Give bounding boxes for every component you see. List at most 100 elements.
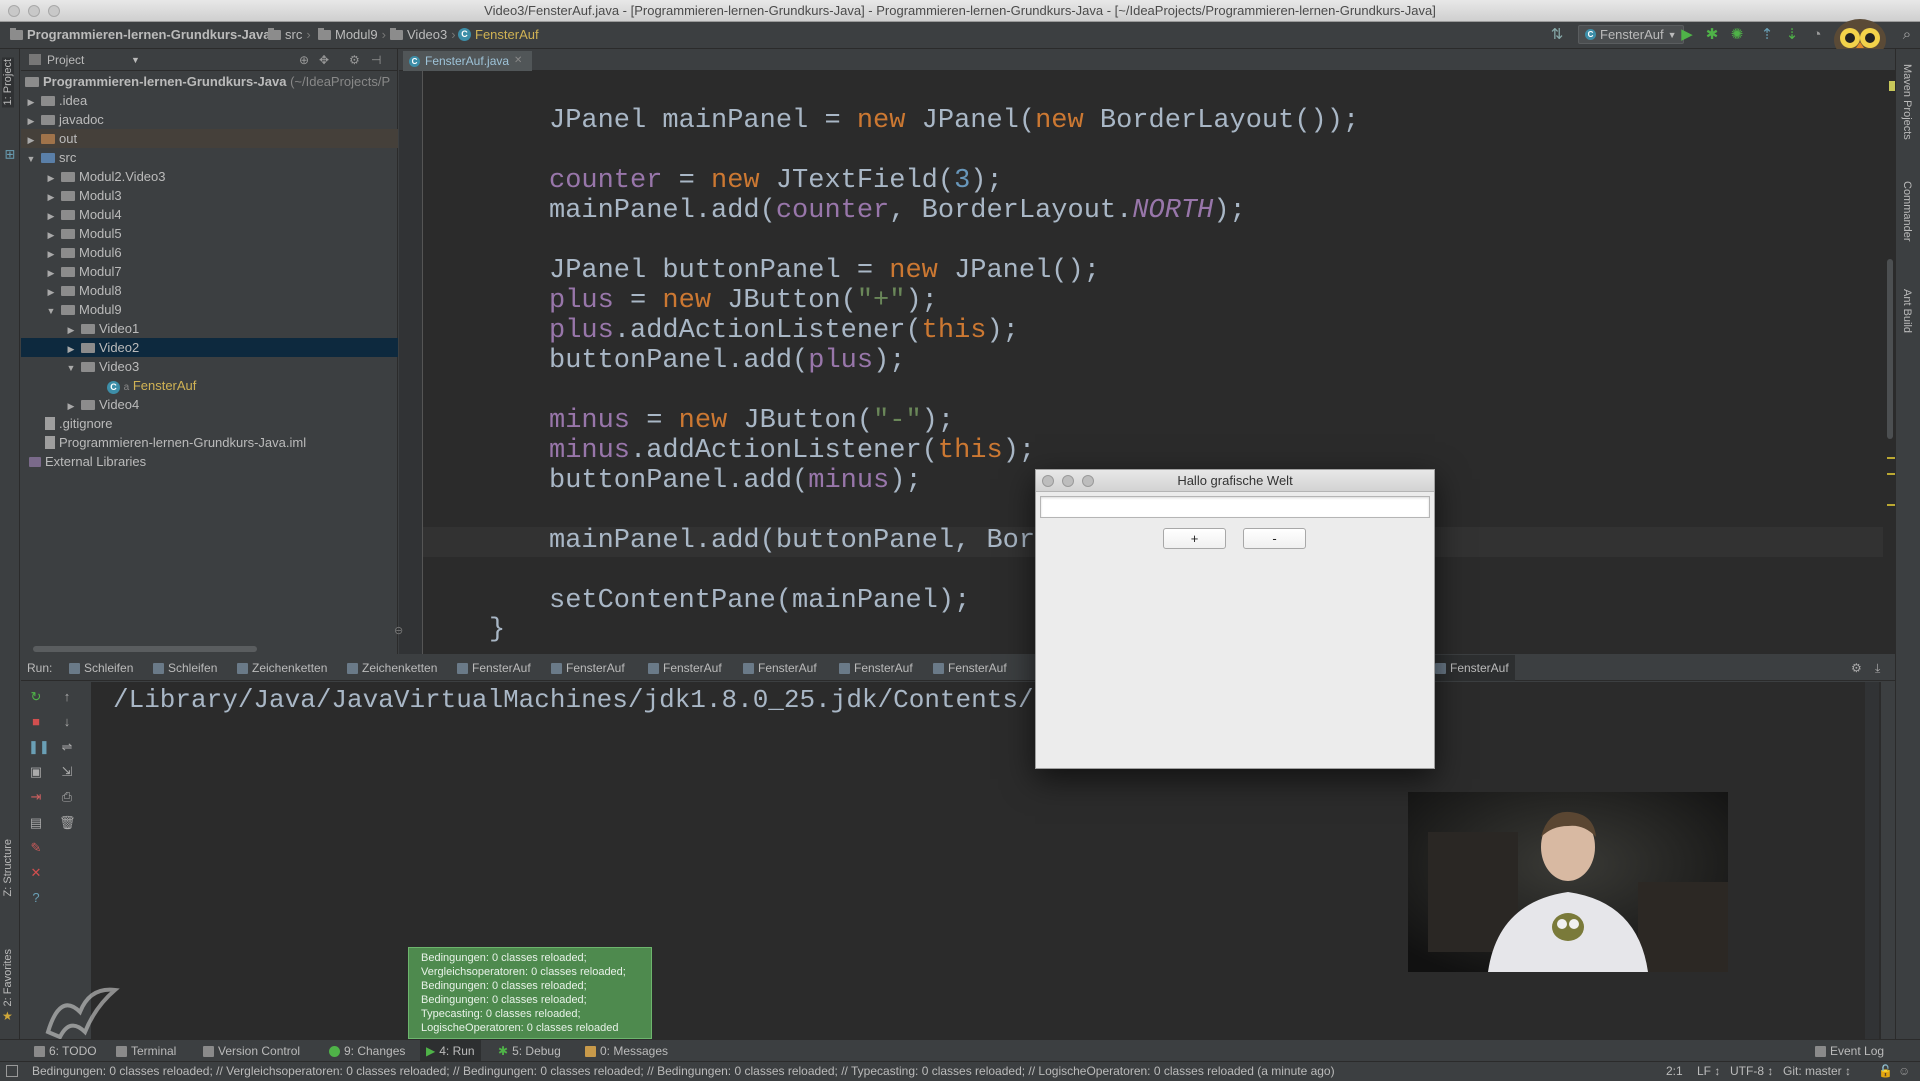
trash-icon[interactable]: 🗑 [59, 815, 76, 831]
plus-button[interactable]: + [1163, 528, 1226, 549]
run-tab-fensterauf-5[interactable]: FensterAuf [839, 655, 913, 681]
ant-build-tab[interactable]: Ant Build [1901, 289, 1913, 333]
vcs-commit-icon[interactable]: ⇡ [1758, 26, 1776, 44]
hotswap-notification[interactable]: Bedingungen: 0 classes reloaded; Verglei… [408, 947, 652, 1039]
tree-item-modul8[interactable]: ▶ Modul8 [21, 281, 398, 300]
run-tab-fensterauf-4[interactable]: FensterAuf [743, 655, 817, 681]
tree-item-modul9[interactable]: ▼ Modul9 [21, 300, 398, 319]
run-tab-fensterauf-1[interactable]: FensterAuf [457, 655, 531, 681]
terminal-tool-tab[interactable]: Terminal [116, 1040, 176, 1062]
changes-tool-tab[interactable]: 9: Changes [329, 1040, 405, 1062]
close-icon[interactable]: ✕ [28, 865, 44, 881]
breadcrumb-src[interactable]: src › [268, 27, 311, 42]
tree-item-modul7[interactable]: ▶ Modul7 [21, 262, 398, 281]
line-separator-select[interactable]: LF ↕ [1697, 1062, 1720, 1081]
run-tab-fensterauf-active[interactable]: FensterAuf [1429, 655, 1515, 681]
project-view-select[interactable]: Project [47, 49, 84, 71]
tree-item-iml[interactable]: Programmieren-lernen-Grundkurs-Java.iml [21, 433, 398, 452]
gear-icon[interactable]: ⚙ [1851, 655, 1862, 681]
collapse-all-icon[interactable]: ✥ [319, 49, 329, 71]
tree-item-out[interactable]: ▶ out [21, 129, 398, 148]
tree-item-fensterauf[interactable]: C a FensterAuf [21, 376, 398, 395]
warning-marker[interactable] [1887, 457, 1895, 459]
run-tab-fensterauf-2[interactable]: FensterAuf [551, 655, 625, 681]
breadcrumb-fensterauf[interactable]: C FensterAuf [458, 27, 539, 42]
commander-tab[interactable]: Commander [1901, 181, 1913, 242]
breadcrumb-project[interactable]: Programmieren-lernen-Grundkurs-Java› [10, 27, 279, 42]
zoom-window-button[interactable] [48, 5, 60, 17]
counter-text-field[interactable] [1040, 496, 1430, 518]
tab-fensterauf-java[interactable]: C FensterAuf.java ✕ [403, 51, 533, 71]
maven-projects-tab[interactable]: Maven Projects [1901, 64, 1913, 140]
scroll-to-end-icon[interactable]: ⇲ [59, 764, 75, 780]
tree-item-javadoc[interactable]: ▶ javadoc [21, 110, 398, 129]
run-tab-zeichenketten-1[interactable]: Zeichenketten [237, 655, 327, 681]
run-tab-zeichenketten-2[interactable]: Zeichenketten [347, 655, 437, 681]
gear-icon[interactable]: ⚙ [349, 49, 360, 71]
fold-icon[interactable]: ⊖ [394, 624, 403, 637]
minimize-window-button[interactable] [1062, 475, 1074, 487]
tree-item-idea[interactable]: ▶ .idea [21, 91, 398, 110]
inspector-icon[interactable]: ☺ [1898, 1062, 1910, 1081]
toggle-tool-windows-icon[interactable] [6, 1065, 18, 1077]
vcs-history-icon[interactable]: ◔ [1808, 26, 1826, 44]
dump-threads-icon[interactable]: ▣ [28, 764, 44, 780]
exit-icon[interactable]: ⇥ [28, 789, 44, 805]
messages-tool-tab[interactable]: 0: Messages [585, 1040, 668, 1062]
hide-panel-icon[interactable]: ⤓ [1875, 655, 1880, 681]
warning-marker[interactable] [1887, 473, 1895, 475]
structure-icon[interactable]: ⊞ [2, 149, 17, 160]
run-tool-tab[interactable]: ▶ 4: Run [420, 1040, 481, 1062]
tree-root[interactable]: Programmieren-lernen-Grundkurs-Java (~/I… [21, 72, 398, 91]
tree-item-modul3[interactable]: ▶ Modul3 [21, 186, 398, 205]
console-scrollbar[interactable] [1865, 682, 1879, 1047]
run-tab-fensterauf-6[interactable]: FensterAuf [933, 655, 1007, 681]
debug-icon[interactable]: ✱ [1703, 26, 1721, 44]
rerun-icon[interactable]: ↻ [28, 689, 44, 705]
run-tab-fensterauf-3[interactable]: FensterAuf [648, 655, 722, 681]
locate-icon[interactable]: ⊕ [299, 49, 309, 71]
coverage-icon[interactable]: ✺ [1728, 26, 1746, 44]
version-control-tool-tab[interactable]: Version Control [203, 1040, 300, 1062]
tree-item-video2[interactable]: ▶ Video2 [21, 338, 398, 357]
pin-icon[interactable]: ✎ [28, 840, 44, 856]
event-log-tool-tab[interactable]: Event Log [1815, 1040, 1884, 1062]
tree-item-src[interactable]: ▼ src [21, 148, 398, 167]
project-tool-tab[interactable]: 1: Project [2, 57, 14, 108]
vcs-update-icon[interactable]: ⇅ [1548, 26, 1566, 44]
run-config-select[interactable]: C FensterAuf ▼ [1578, 25, 1684, 44]
layout-icon[interactable]: ▤ [28, 815, 44, 831]
tree-item-video4[interactable]: ▶ Video4 [21, 395, 398, 414]
tree-item-modul4[interactable]: ▶ Modul4 [21, 205, 398, 224]
close-window-button[interactable] [8, 5, 20, 17]
zoom-window-button[interactable] [1082, 475, 1094, 487]
horizontal-scrollbar[interactable] [33, 646, 257, 652]
tree-item-modul2-video3[interactable]: ▶ Modul2.Video3 [21, 167, 398, 186]
hide-panel-icon[interactable]: ⊣ [371, 49, 381, 71]
run-tab-schleifen-1[interactable]: Schleifen [69, 655, 133, 681]
tree-item-video3[interactable]: ▼ Video3 [21, 357, 398, 376]
run-icon[interactable]: ▶ [1678, 26, 1696, 44]
tree-item-modul6[interactable]: ▶ Modul6 [21, 243, 398, 262]
lock-icon[interactable]: 🔓 [1878, 1062, 1893, 1081]
arrow-up-icon[interactable]: ↑ [59, 689, 75, 705]
git-branch-select[interactable]: Git: master ↕ [1783, 1062, 1851, 1081]
tree-item-external-libraries[interactable]: External Libraries [21, 452, 398, 471]
help-icon[interactable]: ? [28, 890, 44, 906]
close-window-button[interactable] [1042, 475, 1054, 487]
vertical-scrollbar[interactable] [1887, 259, 1893, 439]
caret-position[interactable]: 2:1 [1666, 1062, 1683, 1081]
breadcrumb-modul9[interactable]: Modul9 › [318, 27, 386, 42]
vcs-push-icon[interactable]: ⇣ [1783, 26, 1801, 44]
tree-item-gitignore[interactable]: .gitignore [21, 414, 398, 433]
warning-marker[interactable] [1887, 504, 1895, 506]
stop-icon[interactable]: ■ [28, 714, 44, 730]
close-icon[interactable]: ✕ [514, 51, 522, 71]
dialog-title-bar[interactable]: Hallo grafische Welt [1036, 470, 1434, 492]
debug-tool-tab[interactable]: ✱ 5: Debug [498, 1040, 561, 1062]
arrow-down-icon[interactable]: ↓ [59, 714, 75, 730]
run-tab-schleifen-2[interactable]: Schleifen [153, 655, 217, 681]
soft-wrap-icon[interactable]: ⇌ [59, 739, 75, 755]
status-message[interactable]: Bedingungen: 0 classes reloaded; // Verg… [32, 1062, 1335, 1081]
tree-item-video1[interactable]: ▶ Video1 [21, 319, 398, 338]
